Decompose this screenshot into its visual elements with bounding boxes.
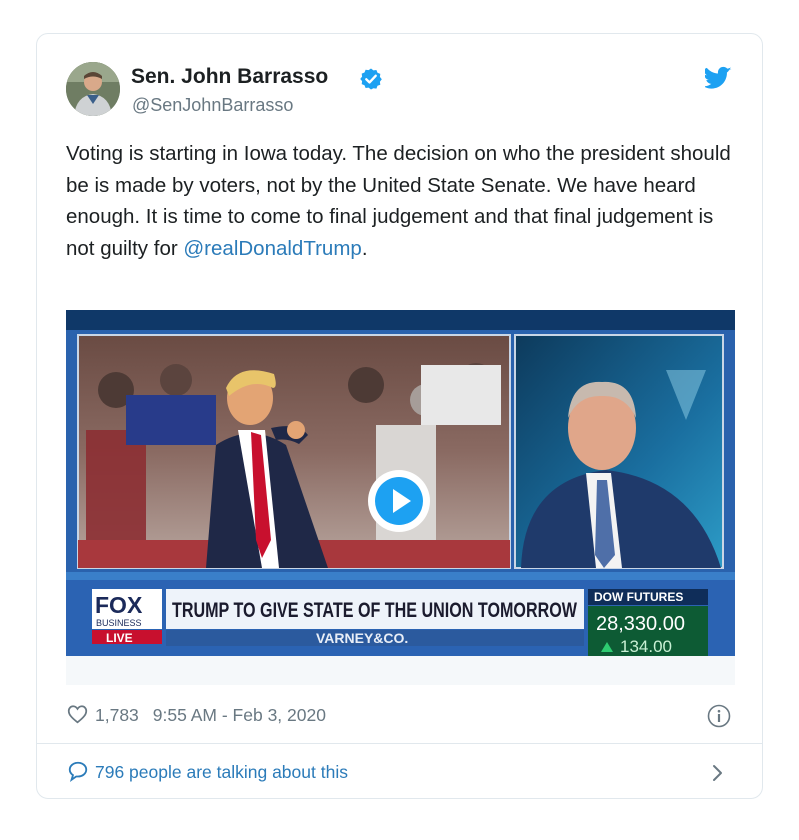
verified-badge-icon xyxy=(360,68,382,90)
conversation-link[interactable]: 796 people are talking about this xyxy=(67,760,348,783)
author-handle[interactable]: @SenJohnBarrasso xyxy=(132,95,293,116)
video-player[interactable]: FOX BUSINESS LIVE TRUMP TO GIVE STATE OF… xyxy=(66,310,735,656)
market-label: DOW FUTURES xyxy=(594,590,683,604)
timestamp[interactable]: 9:55 AM - Feb 3, 2020 xyxy=(153,705,326,725)
live-label: LIVE xyxy=(106,631,133,645)
fox-logo: FOX xyxy=(95,592,143,618)
play-icon xyxy=(371,473,427,529)
show-name: VARNEY&CO. xyxy=(316,630,408,646)
like-count[interactable]: 1,783 xyxy=(95,705,139,725)
media-footer xyxy=(66,656,735,685)
market-change: 134.00 xyxy=(620,637,672,656)
play-button[interactable] xyxy=(368,470,430,532)
headline: TRUMP TO GIVE STATE OF THE UNION TOMORRO… xyxy=(172,599,577,622)
twitter-bird-icon[interactable] xyxy=(705,66,732,90)
chevron-right-icon[interactable] xyxy=(711,762,725,784)
market-value: 28,330.00 xyxy=(596,613,685,635)
author-name[interactable]: Sen. John Barrasso xyxy=(131,65,328,89)
fox-business-label: BUSINESS xyxy=(96,618,142,628)
mention-link[interactable]: @realDonaldTrump xyxy=(183,237,361,260)
tweet-card: Sen. John Barrasso @SenJohnBarrasso Voti… xyxy=(36,33,763,799)
avatar-photo xyxy=(66,62,120,116)
tweet-text: Voting is starting in Iowa today. The de… xyxy=(66,138,736,265)
talking-count[interactable]: 796 people are talking about this xyxy=(95,762,348,782)
tweet-text-end: . xyxy=(361,237,368,261)
divider xyxy=(37,743,762,744)
tweet-meta: 1,783 9:55 AM - Feb 3, 2020 xyxy=(67,704,326,728)
tweet-body: Voting is starting in Iowa today. The de… xyxy=(66,142,731,261)
avatar[interactable] xyxy=(66,62,120,116)
heart-icon[interactable] xyxy=(67,704,88,724)
speech-bubble-icon xyxy=(67,760,89,782)
info-icon[interactable] xyxy=(707,704,731,728)
